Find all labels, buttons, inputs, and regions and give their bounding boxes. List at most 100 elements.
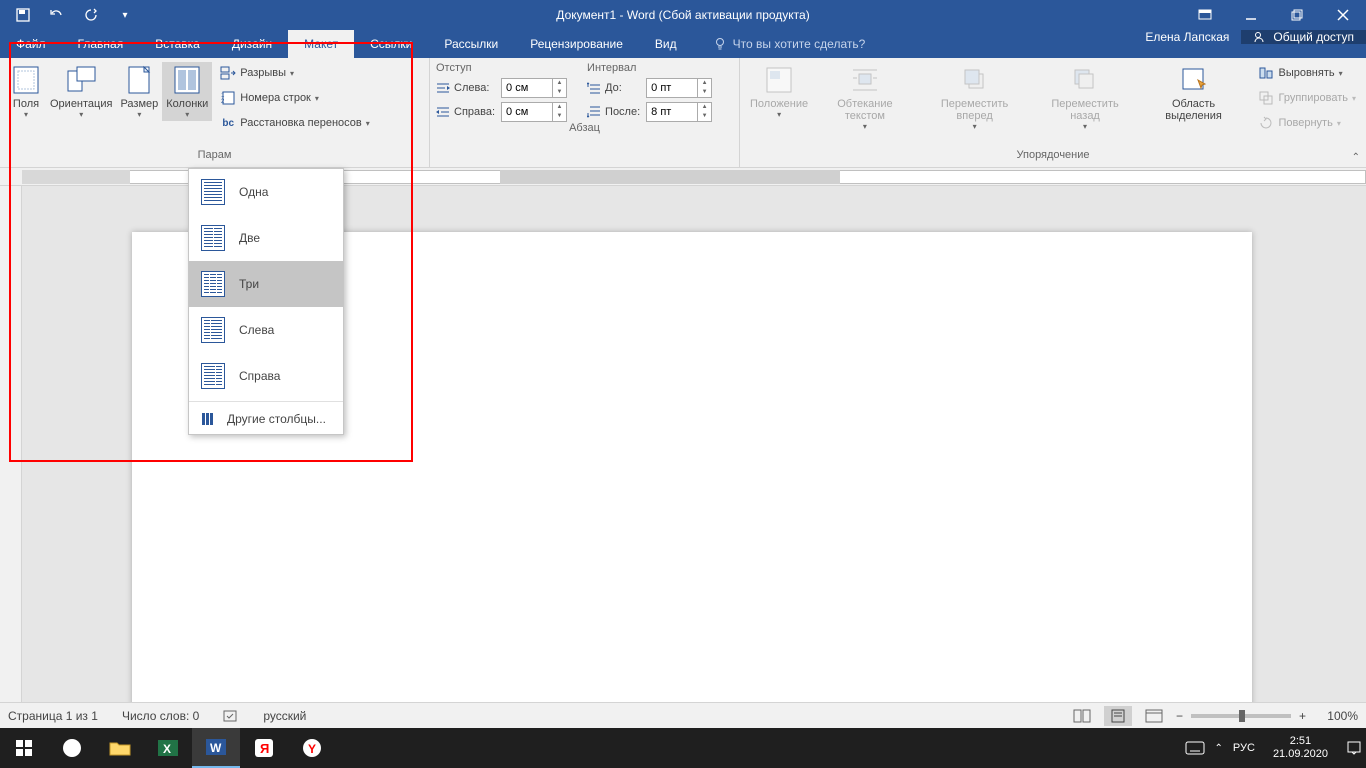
taskbar-explorer[interactable]	[96, 728, 144, 768]
indent-left-down[interactable]: ▼	[553, 88, 566, 97]
zoom-level[interactable]: 100%	[1314, 709, 1358, 723]
rotate-icon	[1259, 116, 1273, 130]
yandex-search-icon: Я	[254, 738, 274, 758]
tab-mailings[interactable]: Рассылки	[428, 30, 514, 58]
size-icon	[126, 65, 152, 95]
ribbon-display-options-button[interactable]	[1182, 0, 1228, 30]
repeat-icon	[84, 8, 98, 22]
indent-right-down[interactable]: ▼	[553, 112, 566, 121]
tray-ime[interactable]: РУС	[1233, 742, 1255, 754]
space-before-down[interactable]: ▼	[698, 88, 711, 97]
space-after-down[interactable]: ▼	[698, 112, 711, 121]
status-proofing[interactable]	[223, 709, 239, 723]
zoom-slider[interactable]	[1191, 714, 1291, 718]
indent-left-input[interactable]	[501, 78, 553, 98]
redo-button[interactable]	[76, 2, 106, 28]
size-button[interactable]: Размер ▾	[116, 62, 162, 121]
share-button[interactable]: Общий доступ	[1241, 30, 1366, 44]
quick-access-toolbar: ▾	[0, 2, 140, 28]
indent-left-icon	[436, 82, 450, 94]
space-after-input[interactable]	[646, 102, 698, 122]
tell-me-search[interactable]: Что вы хотите сделать?	[693, 30, 866, 58]
svg-text:X: X	[163, 742, 171, 756]
selection-pane-icon	[1180, 66, 1208, 94]
orientation-button[interactable]: Ориентация ▾	[46, 62, 116, 121]
indent-right-up[interactable]: ▲	[553, 103, 566, 112]
tab-layout[interactable]: Макет	[288, 30, 354, 58]
tray-keyboard[interactable]	[1185, 741, 1205, 755]
selection-pane-button[interactable]: Область выделения	[1139, 62, 1249, 124]
view-web-layout[interactable]	[1140, 706, 1168, 726]
tray-notifications[interactable]	[1346, 740, 1362, 756]
columns-more[interactable]: Другие столбцы...	[189, 404, 343, 434]
space-after-icon	[587, 106, 601, 118]
space-after-up[interactable]: ▲	[698, 103, 711, 112]
group-objects-button: Группировать▾	[1254, 87, 1360, 109]
group-icon	[1259, 91, 1273, 105]
save-button[interactable]	[8, 2, 38, 28]
save-icon	[15, 7, 31, 23]
columns-left[interactable]: Слева	[189, 307, 343, 353]
view-read-mode[interactable]	[1068, 706, 1096, 726]
tab-insert[interactable]: Вставка	[139, 30, 216, 58]
columns-one[interactable]: Одна	[189, 169, 343, 215]
tab-file[interactable]: Файл	[0, 30, 62, 58]
user-name[interactable]: Елена Лапская	[1133, 30, 1241, 44]
window-controls	[1182, 0, 1366, 30]
columns-right[interactable]: Справа	[189, 353, 343, 399]
tab-view[interactable]: Вид	[639, 30, 693, 58]
taskbar: X W Я Y ⌃ РУС 2:51 21.09.2020	[0, 728, 1366, 768]
status-language[interactable]: русский	[263, 709, 306, 723]
indent-right-input[interactable]	[501, 102, 553, 122]
status-word-count[interactable]: Число слов: 0	[122, 709, 199, 723]
tab-references[interactable]: Ссылки	[354, 30, 428, 58]
windows-icon	[15, 739, 33, 757]
ribbon: Поля ▾ Ориентация ▾ Размер ▾ Колонки ▾	[0, 58, 1366, 168]
space-before-up[interactable]: ▲	[698, 79, 711, 88]
columns-button[interactable]: Колонки ▾	[162, 62, 212, 121]
taskbar-excel[interactable]: X	[144, 728, 192, 768]
view-print-layout[interactable]	[1104, 706, 1132, 726]
breaks-label: Разрывы	[240, 67, 286, 79]
breaks-button[interactable]: Разрывы ▾	[216, 62, 374, 84]
undo-button[interactable]	[42, 2, 72, 28]
undo-icon	[49, 7, 65, 23]
columns-three[interactable]: Три	[189, 261, 343, 307]
minimize-icon	[1245, 9, 1257, 21]
align-button[interactable]: Выровнять▾	[1254, 62, 1360, 84]
taskbar-yandex-browser[interactable]: Y	[288, 728, 336, 768]
folder-icon	[109, 739, 131, 757]
page-setup-group-label: Парам	[6, 149, 423, 165]
orientation-label: Ориентация	[50, 98, 112, 110]
columns-left-label: Слева	[239, 323, 274, 337]
collapse-ribbon-button[interactable]: ⌃	[1352, 152, 1360, 163]
forward-icon	[961, 66, 989, 94]
columns-two[interactable]: Две	[189, 215, 343, 261]
yandex-browser-icon: Y	[302, 738, 322, 758]
indent-left-up[interactable]: ▲	[553, 79, 566, 88]
taskbar-search[interactable]	[48, 728, 96, 768]
lightbulb-icon	[713, 37, 727, 51]
zoom-out-button[interactable]: −	[1176, 709, 1183, 723]
maximize-button[interactable]	[1274, 0, 1320, 30]
columns-one-label: Одна	[239, 185, 268, 199]
indent-title: Отступ	[436, 62, 567, 78]
tab-home[interactable]: Главная	[62, 30, 140, 58]
margins-button[interactable]: Поля ▾	[6, 62, 46, 121]
tray-chevron[interactable]: ⌃	[1215, 743, 1223, 754]
taskbar-yandex-search[interactable]: Я	[240, 728, 288, 768]
minimize-button[interactable]	[1228, 0, 1274, 30]
space-before-input[interactable]	[646, 78, 698, 98]
status-page[interactable]: Страница 1 из 1	[8, 709, 98, 723]
tab-review[interactable]: Рецензирование	[514, 30, 639, 58]
qat-customize-button[interactable]: ▾	[110, 2, 140, 28]
tab-design[interactable]: Дизайн	[216, 30, 288, 58]
tray-clock[interactable]: 2:51 21.09.2020	[1265, 735, 1336, 761]
vertical-ruler[interactable]	[0, 186, 22, 702]
taskbar-word[interactable]: W	[192, 728, 240, 768]
close-button[interactable]	[1320, 0, 1366, 30]
line-numbers-button[interactable]: 12 Номера строк ▾	[216, 87, 374, 109]
start-button[interactable]	[0, 728, 48, 768]
hyphenation-button[interactable]: bc Расстановка переносов ▾	[216, 112, 374, 134]
zoom-in-button[interactable]: +	[1299, 709, 1306, 723]
